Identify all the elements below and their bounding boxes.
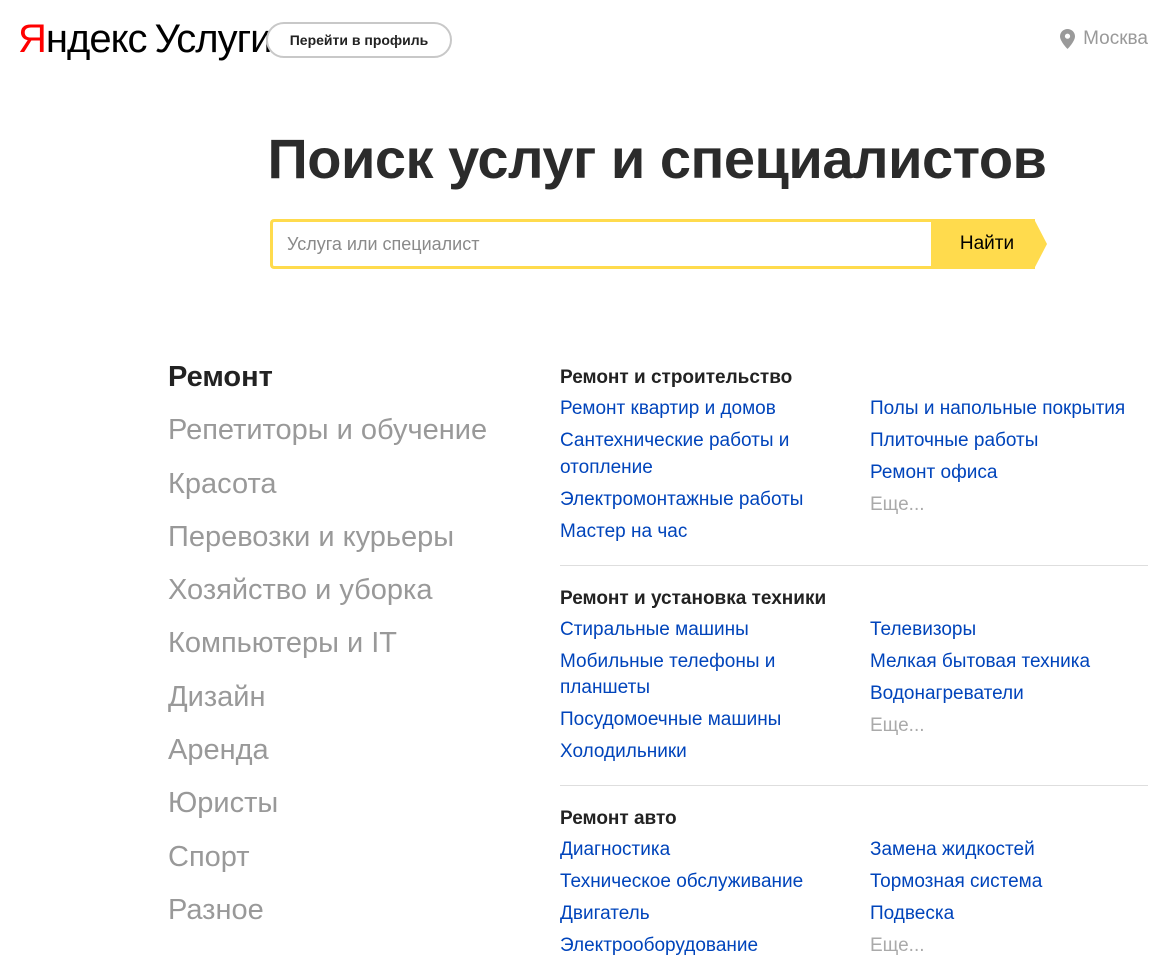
category-item[interactable]: Репетиторы и обучение [168, 404, 487, 457]
page: Яндекс Услуги Перейти в профиль Москва По… [0, 0, 1166, 977]
service-link[interactable]: Стиральные машины [560, 617, 870, 644]
location-pin-icon [1060, 29, 1076, 49]
category-item[interactable]: Перевозки и курьеры [168, 511, 487, 564]
category-item[interactable]: Разное [168, 884, 487, 937]
subcategory-group: Ремонт авто Диагностика Техническое обслуж… [560, 806, 1148, 977]
service-link[interactable]: Сантехнические работы и отопление [560, 428, 870, 481]
service-link[interactable]: Диагностика [560, 837, 870, 864]
service-link[interactable]: Ремонт квартир и домов [560, 396, 870, 423]
group-column-left: Стиральные машины Мобильные телефоны и пл… [560, 617, 870, 772]
service-link[interactable]: Мастер на час [560, 519, 870, 546]
group-column-left: Ремонт квартир и домов Сантехнические раб… [560, 396, 870, 551]
category-item[interactable]: Компьютеры и IT [168, 617, 487, 670]
go-to-profile-button[interactable]: Перейти в профиль [266, 22, 452, 58]
more-link[interactable]: Еще... [870, 713, 1148, 740]
service-link[interactable]: Электрооборудование [560, 933, 870, 960]
city-selector[interactable]: Москва [1060, 28, 1148, 50]
service-link[interactable]: Водонагреватели [870, 681, 1148, 708]
service-link[interactable]: Замена жидкостей [870, 837, 1148, 864]
more-link[interactable]: Еще... [870, 933, 1148, 960]
service-link[interactable]: Техническое обслуживание [560, 869, 870, 896]
search-button-arrow[interactable] [1034, 219, 1047, 269]
category-item[interactable]: Красота [168, 458, 487, 511]
search-button[interactable]: Найти [931, 219, 1035, 269]
subcategory-groups: Ремонт и строительство Ремонт квартир и д… [560, 365, 1148, 977]
service-link[interactable]: Холодильники [560, 739, 870, 766]
group-title: Ремонт авто [560, 808, 677, 829]
service-link[interactable]: Посудомоечные машины [560, 707, 870, 734]
logo-text-yandex: ндекс [45, 17, 148, 61]
category-item[interactable]: Дизайн [168, 671, 487, 724]
group-title: Ремонт и строительство [560, 367, 793, 388]
city-name: Москва [1083, 28, 1148, 49]
service-link[interactable]: Мобильные телефоны и планшеты [560, 649, 870, 702]
page-title: Поиск услуг и специалистов [267, 127, 1047, 190]
service-link[interactable]: Электромонтажные работы [560, 487, 870, 514]
category-item[interactable]: Хозяйство и уборка [168, 564, 487, 617]
logo-letter-ya: Я [18, 17, 47, 61]
category-item[interactable]: Аренда [168, 724, 487, 777]
group-title: Ремонт и установка техники [560, 587, 827, 609]
service-link[interactable]: Подвеска [870, 901, 1148, 928]
subcategory-group: Ремонт и установка техники Стиральные маш… [560, 586, 1148, 786]
search-bar: Найти [270, 219, 1050, 269]
group-column-right: Замена жидкостей Тормозная система Подвеск… [870, 837, 1148, 965]
logo-text-service: Услуги [154, 17, 273, 61]
subcategory-group: Ремонт и строительство Ремонт квартир и д… [560, 365, 1148, 566]
group-column-left: Диагностика Техническое обслуживание Двига… [560, 837, 870, 965]
more-link[interactable]: Еще... [870, 492, 1148, 519]
category-item[interactable]: Юристы [168, 777, 487, 830]
category-list: Ремонт Репетиторы и обучение Красота Перево… [168, 351, 487, 937]
yandex-services-logo[interactable]: Яндекс Услуги [18, 14, 273, 64]
category-item[interactable]: Ремонт [168, 351, 487, 404]
service-link[interactable]: Телевизоры [870, 617, 1148, 644]
service-link[interactable]: Тормозная система [870, 869, 1148, 896]
service-link[interactable]: Мелкая бытовая техника [870, 649, 1148, 676]
service-link[interactable]: Ремонт офиса [870, 460, 1148, 487]
category-item[interactable]: Спорт [168, 831, 487, 884]
group-column-right: Телевизоры Мелкая бытовая техника Водонагр… [870, 617, 1148, 772]
service-link[interactable]: Двигатель [560, 901, 870, 928]
service-link[interactable]: Полы и напольные покрытия [870, 396, 1148, 423]
search-input[interactable] [270, 219, 932, 269]
service-link[interactable]: Плиточные работы [870, 428, 1148, 455]
group-column-right: Полы и напольные покрытия Плиточные работ… [870, 396, 1148, 551]
